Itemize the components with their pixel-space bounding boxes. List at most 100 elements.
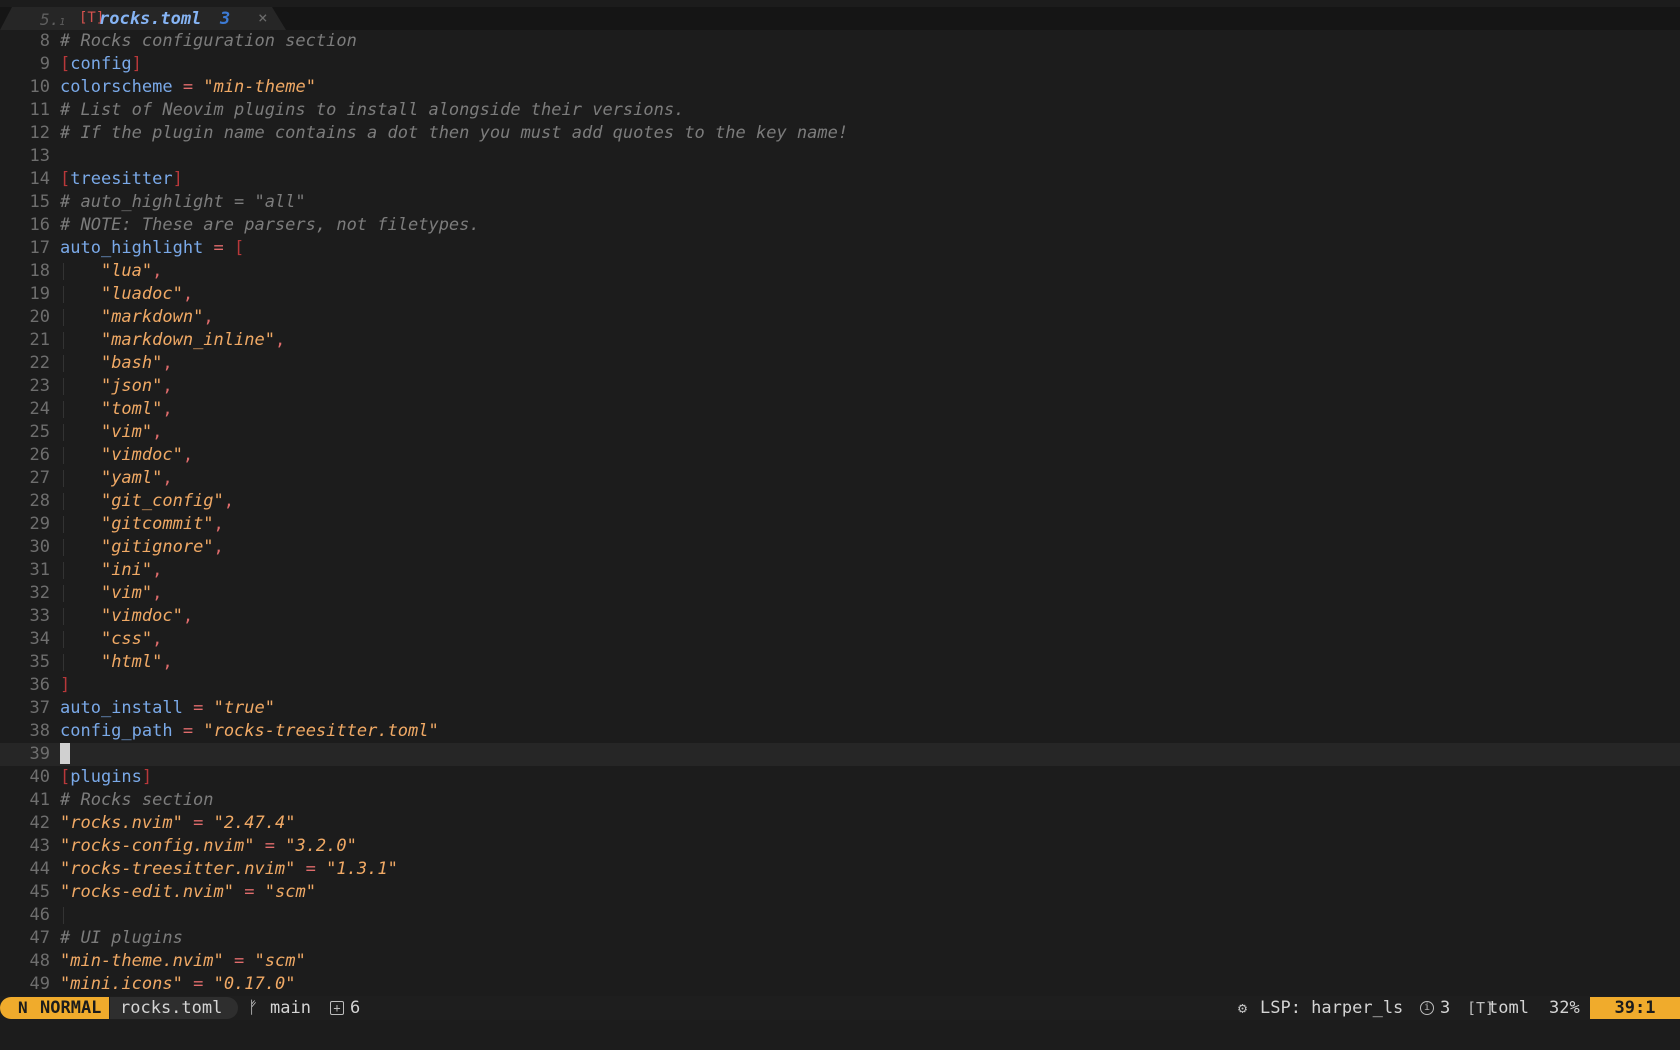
code-line[interactable]: 38 config_path = "rocks-treesitter.toml"	[0, 720, 1680, 743]
line-number: 44	[29, 859, 50, 879]
editor-buffer[interactable]: 8 # Rocks configuration section 9 [config] 1…	[0, 30, 1680, 996]
code-line[interactable]: 26 "vimdoc",	[0, 444, 1680, 467]
code-line[interactable]: 24 "toml",	[0, 398, 1680, 421]
code-line[interactable]: 14 [treesitter]	[0, 168, 1680, 191]
code-line[interactable]: 9 [config]	[0, 53, 1680, 76]
code-text: "vimdoc",	[60, 444, 193, 467]
token: "min-theme"	[203, 77, 316, 97]
line-number: 8	[39, 31, 50, 51]
code-text: "gitcommit",	[60, 513, 224, 536]
code-text: "vim",	[60, 582, 162, 605]
code-text: # Rocks configuration section	[60, 30, 357, 53]
tab-rocks-toml[interactable]: 5.1 [T] rocks.toml 3 ×	[0, 7, 286, 30]
code-text: "rocks.nvim" = "2.47.4"	[60, 812, 295, 835]
code-line[interactable]: 34 "css",	[0, 628, 1680, 651]
token: "git_config"	[100, 491, 224, 511]
code-line[interactable]: 39	[0, 743, 1680, 766]
code-line[interactable]: 30 "gitignore",	[0, 536, 1680, 559]
code-line[interactable]: 45 "rocks-edit.nvim" = "scm"	[0, 881, 1680, 904]
gear-icon: ⚙	[1238, 999, 1248, 1017]
line-number: 17	[29, 238, 50, 258]
code-text: # UI plugins	[60, 927, 183, 950]
code-line[interactable]: 8 # Rocks configuration section	[0, 30, 1680, 53]
token: =	[234, 951, 245, 971]
code-line[interactable]: 19 "luadoc",	[0, 283, 1680, 306]
token: [	[60, 169, 71, 189]
code-line[interactable]: 36]	[0, 674, 1680, 697]
code-line[interactable]: 37 auto_install = "true"	[0, 697, 1680, 720]
code-line[interactable]: 20 "markdown",	[0, 306, 1680, 329]
code-line[interactable]: 40 [plugins]	[0, 766, 1680, 789]
line-number: 19	[29, 284, 50, 304]
code-line[interactable]: 32 "vim",	[0, 582, 1680, 605]
code-line[interactable]: 11 # List of Neovim plugins to install al…	[0, 99, 1680, 122]
code-line[interactable]: 35 "html",	[0, 651, 1680, 674]
token: ,	[152, 261, 163, 281]
changes-icon: +	[330, 1001, 344, 1015]
code-text: "css",	[60, 628, 162, 651]
line-number: 39	[29, 744, 50, 764]
code-line[interactable]: 48 "min-theme.nvim" = "scm"	[0, 950, 1680, 973]
token: ,	[162, 399, 173, 419]
code-line[interactable]: 17 auto_highlight = [	[0, 237, 1680, 260]
code-text: "bash",	[60, 352, 173, 375]
line-number: 30	[29, 537, 50, 557]
info-count: 3	[1440, 998, 1451, 1018]
line-number: 24	[29, 399, 50, 419]
code-line[interactable]: 31 "ini",	[0, 559, 1680, 582]
line-number: 20	[29, 307, 50, 327]
code-line[interactable]: 10 colorscheme = "min-theme"	[0, 76, 1680, 99]
code-line[interactable]: 18 "lua",	[0, 260, 1680, 283]
command-line[interactable]	[0, 1020, 1680, 1050]
code-line[interactable]: 27 "yaml",	[0, 467, 1680, 490]
token: =	[213, 238, 224, 258]
code-line[interactable]: 15 # auto_highlight = "all"	[0, 191, 1680, 214]
code-line[interactable]: 29 "gitcommit",	[0, 513, 1680, 536]
close-icon[interactable]: ×	[258, 8, 268, 27]
token: "min-theme.nvim"	[60, 951, 224, 971]
code-line[interactable]: 46	[0, 904, 1680, 927]
tab-diagnostic-count: 3	[220, 9, 231, 29]
code-text: [plugins]	[60, 766, 152, 789]
token: [	[60, 767, 71, 787]
line-number: 25	[29, 422, 50, 442]
tab-number: 5.1	[40, 10, 66, 29]
code-line[interactable]: 22 "bash",	[0, 352, 1680, 375]
line-number: 28	[29, 491, 50, 511]
code-line[interactable]: 25 "vim",	[0, 421, 1680, 444]
token: ,	[162, 353, 173, 373]
code-line[interactable]: 21 "markdown_inline",	[0, 329, 1680, 352]
token: "luadoc"	[100, 284, 183, 304]
code-line[interactable]: 43 "rocks-config.nvim" = "3.2.0"	[0, 835, 1680, 858]
code-line[interactable]: 47 # UI plugins	[0, 927, 1680, 950]
code-line[interactable]: 44 "rocks-treesitter.nvim" = "1.3.1"	[0, 858, 1680, 881]
line-number: 31	[29, 560, 50, 580]
code-line[interactable]: 28 "git_config",	[0, 490, 1680, 513]
line-number: 14	[29, 169, 50, 189]
code-line[interactable]: 41 # Rocks section	[0, 789, 1680, 812]
token: "3.2.0"	[285, 836, 357, 856]
code-line[interactable]: 49 "mini.icons" = "0.17.0"	[0, 973, 1680, 996]
code-line[interactable]: 33 "vimdoc",	[0, 605, 1680, 628]
code-line[interactable]: 16 # NOTE: These are parsers, not filetyp…	[0, 214, 1680, 237]
code-line[interactable]: 12 # If the plugin name contains a dot th…	[0, 122, 1680, 145]
line-number: 12	[29, 123, 50, 143]
code-line[interactable]: 13	[0, 145, 1680, 168]
token: ,	[162, 468, 173, 488]
line-number: 37	[29, 698, 50, 718]
token: =	[305, 859, 316, 879]
code-line[interactable]: 23 "json",	[0, 375, 1680, 398]
code-line[interactable]: 42 "rocks.nvim" = "2.47.4"	[0, 812, 1680, 835]
